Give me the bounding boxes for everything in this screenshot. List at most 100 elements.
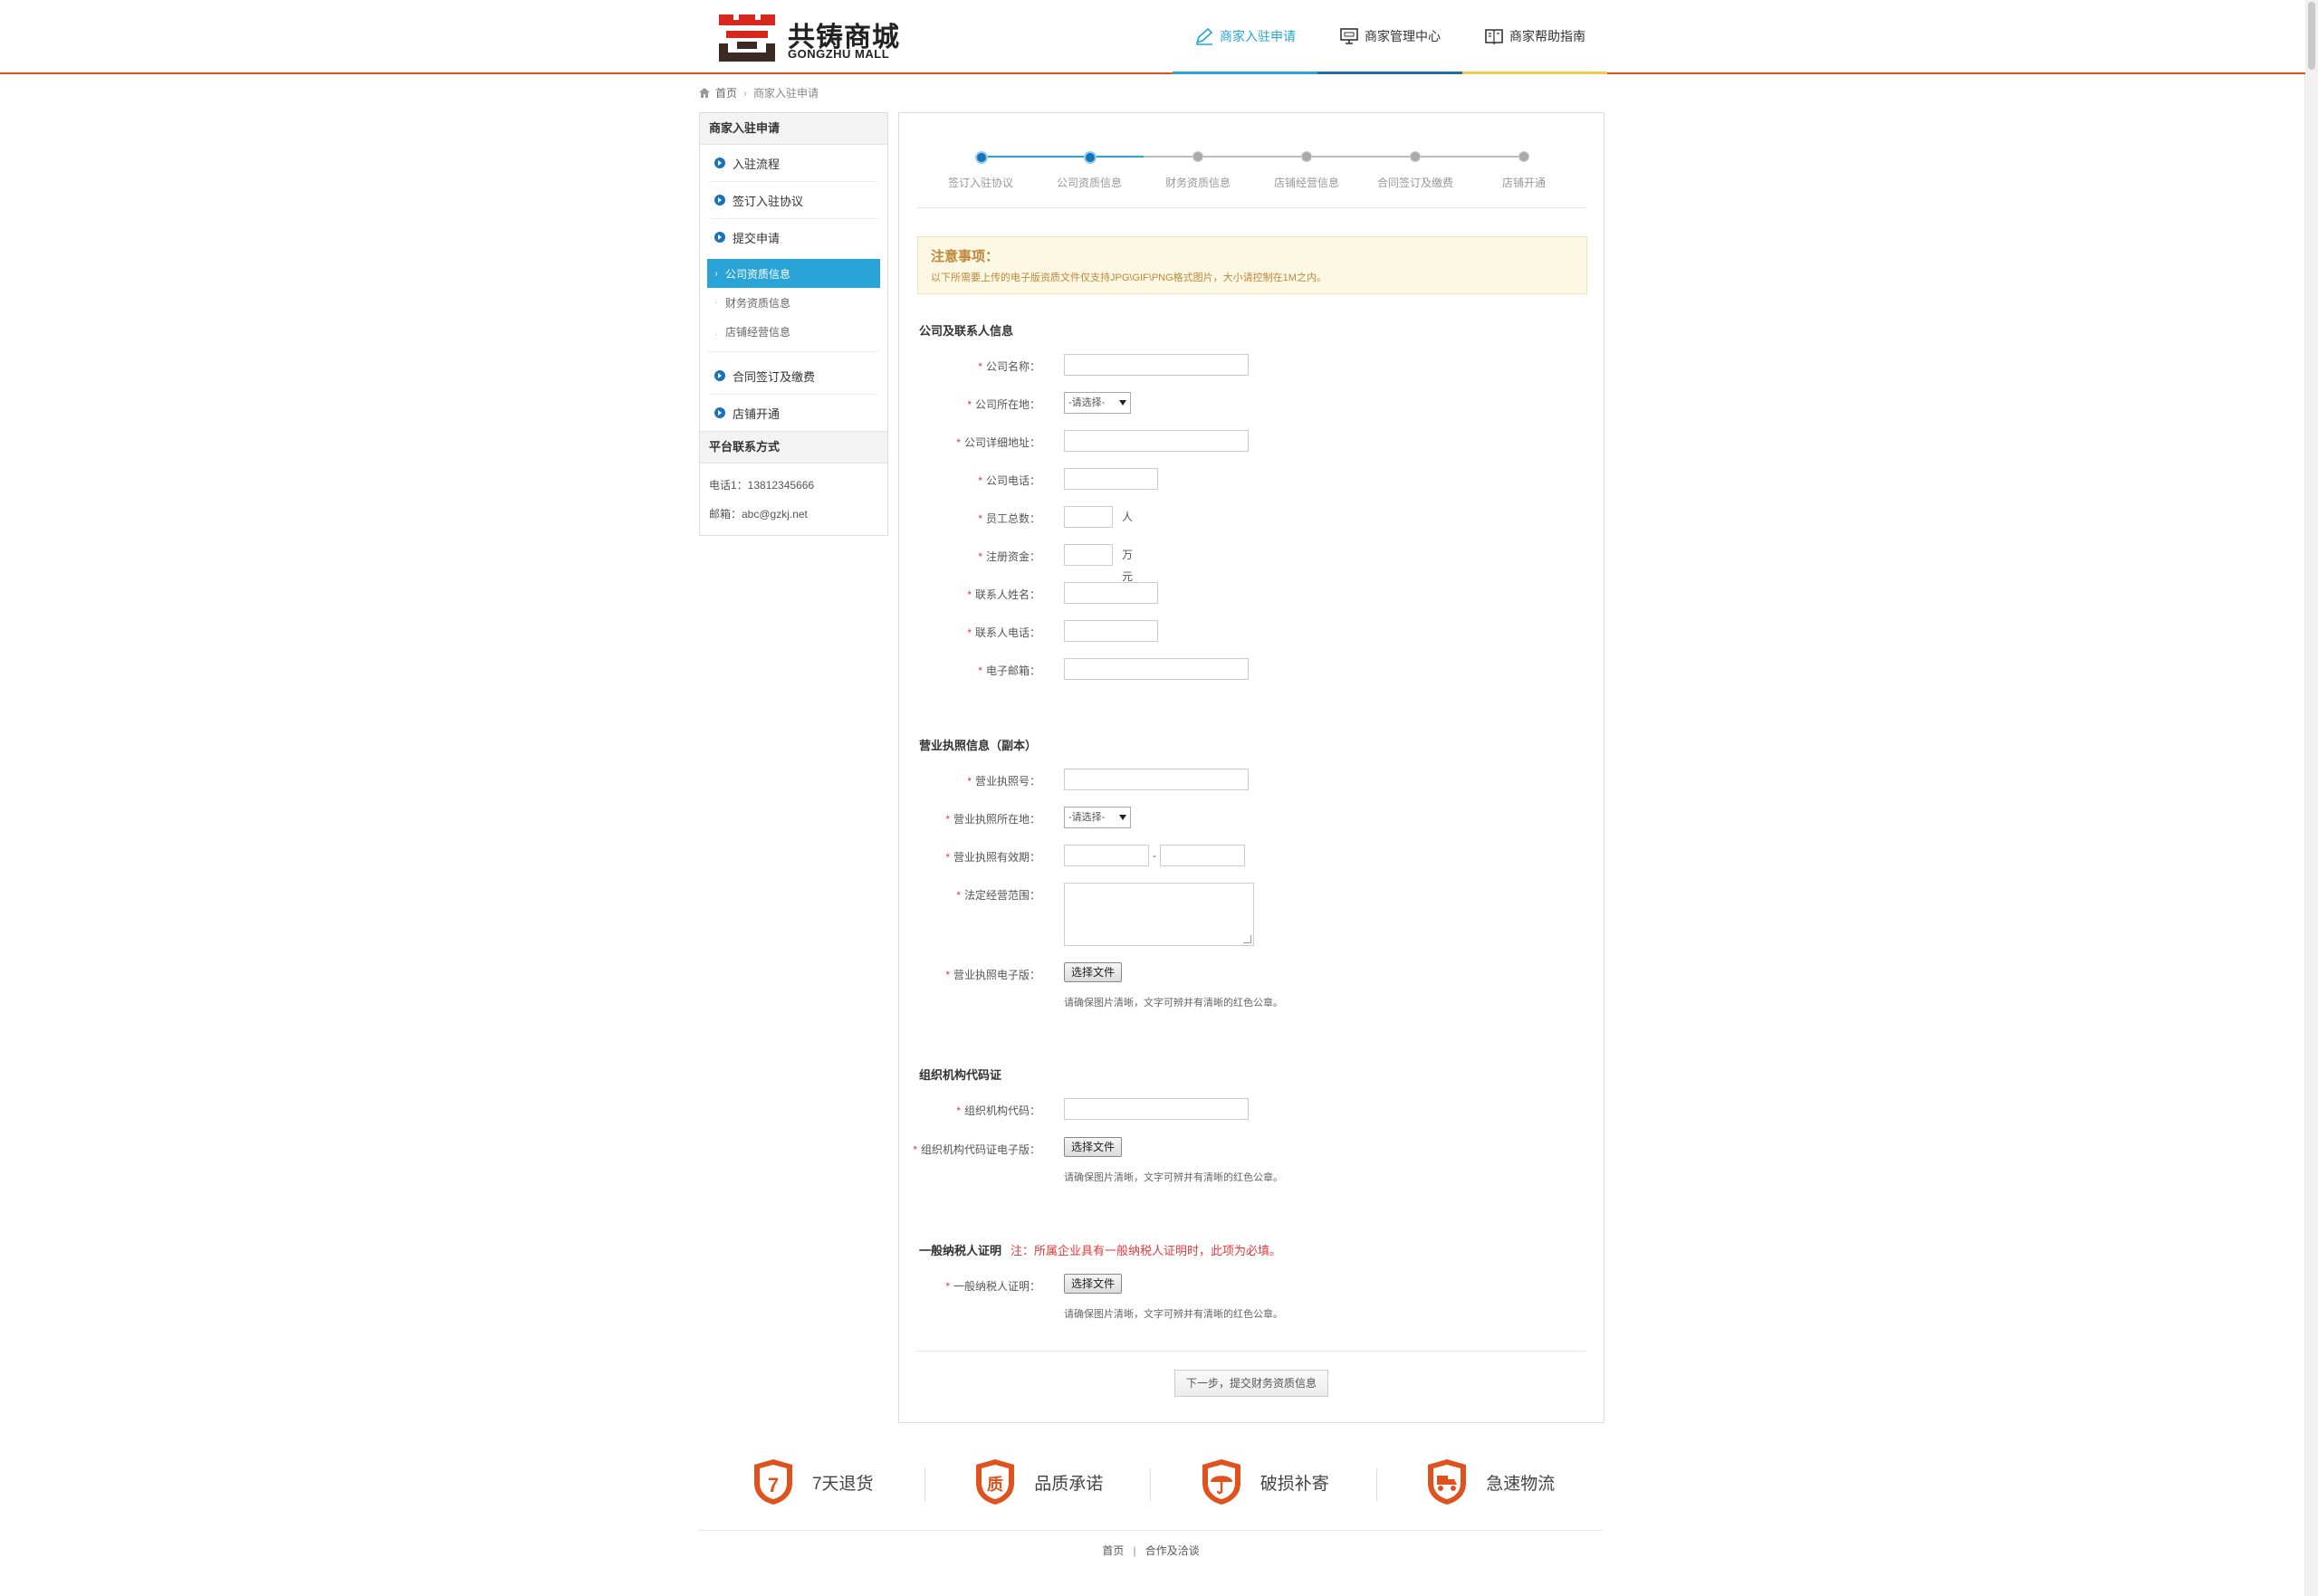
progress-steps: 签订入驻协议 公司资质信息 财务资质信息 店铺经营信息 合同签订及缴费 店铺开通 — [899, 113, 1604, 195]
service-features: 7 7天退货 质 品质承诺 破损补寄 急速物流 — [699, 1450, 1603, 1514]
top-nav: 商家入驻申请 商家管理中心 商家帮助指南 — [1173, 0, 1607, 74]
step-label: 财务资质信息 — [1164, 177, 1231, 189]
sidebar-subitem-label: 公司资质信息 — [725, 267, 791, 281]
capital-input[interactable] — [1064, 544, 1113, 566]
form-row-license-file: * 营业执照电子版： 选择文件 — [899, 962, 1604, 989]
label-text: 组织机构代码： — [963, 1104, 1040, 1117]
company-phone-input[interactable] — [1064, 468, 1158, 490]
footer-links: 首页 | 合作及洽谈 — [699, 1543, 1603, 1558]
field-label: * 营业执照所在地： — [945, 807, 1040, 832]
step-connector — [1307, 156, 1415, 158]
field-wrap: 万元 — [1064, 544, 1133, 583]
license-number-input[interactable] — [1064, 769, 1249, 790]
page-scrollbar[interactable] — [2304, 0, 2318, 1596]
label-text: 注册资金： — [985, 550, 1040, 563]
required-mark: * — [945, 1280, 950, 1293]
field-wrap — [1064, 430, 1249, 452]
field-wrap — [1064, 658, 1249, 680]
field-wrap — [1064, 620, 1158, 642]
feature-glyph: 质 — [987, 1476, 1003, 1495]
field-label: * 联系人姓名： — [967, 582, 1040, 607]
form-row-employees: * 员工总数： 人 — [899, 506, 1604, 533]
required-mark: * — [978, 360, 982, 373]
sidebar-item-label: 入驻流程 — [733, 157, 781, 171]
delivery-icon — [1428, 1459, 1467, 1505]
form-row-company-name: * 公司名称： — [899, 354, 1604, 381]
section-title-text: 一般纳税人证明 — [919, 1244, 1002, 1257]
sidebar-item-open-store[interactable]: 店铺开通 — [709, 395, 878, 431]
field-label: * 员工总数： — [978, 506, 1040, 531]
email-input[interactable] — [1064, 658, 1249, 680]
nav-item-merchant-apply[interactable]: 商家入驻申请 — [1173, 0, 1317, 74]
org-file-hint: 请确保图片清晰，文字可辨并有清晰的红色公章。 — [1064, 1172, 1283, 1183]
company-name-input[interactable] — [1064, 354, 1249, 376]
breadcrumb: 首页 › 商家入驻申请 — [699, 85, 819, 100]
form-row-contact-phone: * 联系人电话： — [899, 620, 1604, 647]
license-file-button[interactable]: 选择文件 — [1064, 962, 1123, 982]
form-row-tax-file: * 一般纳税人证明： 选择文件 — [899, 1274, 1604, 1301]
sidebar-subitem-store[interactable]: · 店铺经营信息 — [707, 317, 880, 352]
required-mark: * — [978, 550, 982, 563]
scrollbar-thumb[interactable] — [2308, 2, 2315, 70]
nav-underline — [1462, 72, 1607, 74]
field-label: * 公司名称： — [978, 354, 1040, 379]
nav-item-merchant-center[interactable]: 商家管理中心 — [1317, 0, 1462, 74]
validity-end-input[interactable] — [1160, 845, 1245, 866]
next-step-button[interactable]: 下一步，提交财务资质信息 — [1174, 1370, 1328, 1397]
field-wrap: 选择文件 — [1064, 1137, 1123, 1157]
validity-start-input[interactable] — [1064, 845, 1149, 866]
sidebar-subitem-label: 店铺经营信息 — [725, 325, 791, 339]
license-file-hint: 请确保图片清晰，文字可辨并有清晰的红色公章。 — [1064, 998, 1283, 1008]
feature-item: 破损补寄 — [1151, 1450, 1377, 1514]
label-text: 联系人电话： — [974, 626, 1040, 639]
quality-icon: 质 — [976, 1459, 1015, 1505]
step-dot — [975, 151, 988, 164]
contact-name-input[interactable] — [1064, 582, 1158, 604]
field-label: * 公司详细地址： — [956, 430, 1040, 455]
org-file-button[interactable]: 选择文件 — [1064, 1137, 1123, 1157]
resize-grip-icon[interactable] — [1243, 935, 1251, 943]
required-mark: * — [967, 588, 972, 601]
sidebar-item-contract[interactable]: 合同签订及缴费 — [709, 358, 878, 395]
sidebar-subitem-finance[interactable]: · 财务资质信息 — [707, 288, 880, 317]
step-label: 店铺经营信息 — [1273, 177, 1339, 189]
label-text: 公司所在地： — [974, 398, 1040, 411]
caret-right-icon: · — [714, 297, 718, 308]
breadcrumb-separator: › — [743, 86, 748, 100]
contact-phone: 电话1：13812345666 — [709, 479, 815, 492]
footer-link-home[interactable]: 首页 — [1102, 1544, 1124, 1557]
nav-item-help-guide[interactable]: 商家帮助指南 — [1462, 0, 1607, 74]
label-text: 营业执照电子版： — [953, 969, 1040, 981]
org-code-input[interactable] — [1064, 1098, 1249, 1120]
business-scope-textarea[interactable] — [1064, 883, 1254, 946]
label-text: 员工总数： — [985, 512, 1040, 525]
form-row-capital: * 注册资金： 万元 — [899, 544, 1604, 583]
license-location-select[interactable]: -请选择- — [1064, 807, 1131, 828]
tax-file-button[interactable]: 选择文件 — [1064, 1274, 1123, 1294]
feature-item: 质 品质承诺 — [925, 1450, 1151, 1514]
label-text: 营业执照号： — [974, 775, 1040, 788]
field-wrap: 选择文件 — [1064, 1274, 1123, 1294]
sidebar-item-submit[interactable]: 提交申请 — [709, 219, 878, 255]
required-mark: * — [945, 969, 950, 981]
employees-input[interactable] — [1064, 506, 1113, 528]
footer-link-cooperation[interactable]: 合作及洽谈 — [1145, 1544, 1200, 1557]
monitor-icon — [1340, 28, 1358, 44]
sidebar-item-process[interactable]: 入驻流程 — [709, 145, 878, 182]
nav-underline — [1173, 72, 1317, 74]
label-text: 营业执照所在地： — [953, 813, 1040, 826]
sidebar-item-agreement[interactable]: 签订入驻协议 — [709, 182, 878, 219]
logo[interactable]: 共铸商城 GONGZHU MALL — [715, 11, 915, 65]
breadcrumb-home-link[interactable]: 首页 — [715, 85, 737, 100]
field-label: * 联系人电话： — [967, 620, 1040, 645]
unit-money: 万元 — [1122, 549, 1134, 583]
sidebar-subitem-company[interactable]: › 公司资质信息 — [707, 259, 880, 288]
sidebar-contact: 电话1：13812345666 邮箱：abc@gzkj.net — [700, 464, 887, 534]
form-row-contact-name: * 联系人姓名： — [899, 582, 1604, 609]
company-location-select[interactable]: -请选择- — [1064, 392, 1131, 414]
label-text: 联系人姓名： — [974, 588, 1040, 601]
company-address-input[interactable] — [1064, 430, 1249, 452]
contact-phone-input[interactable] — [1064, 620, 1158, 642]
feature-glyph: 7 — [768, 1474, 779, 1496]
form-row-company-location: * 公司所在地： -请选择- — [899, 392, 1604, 419]
